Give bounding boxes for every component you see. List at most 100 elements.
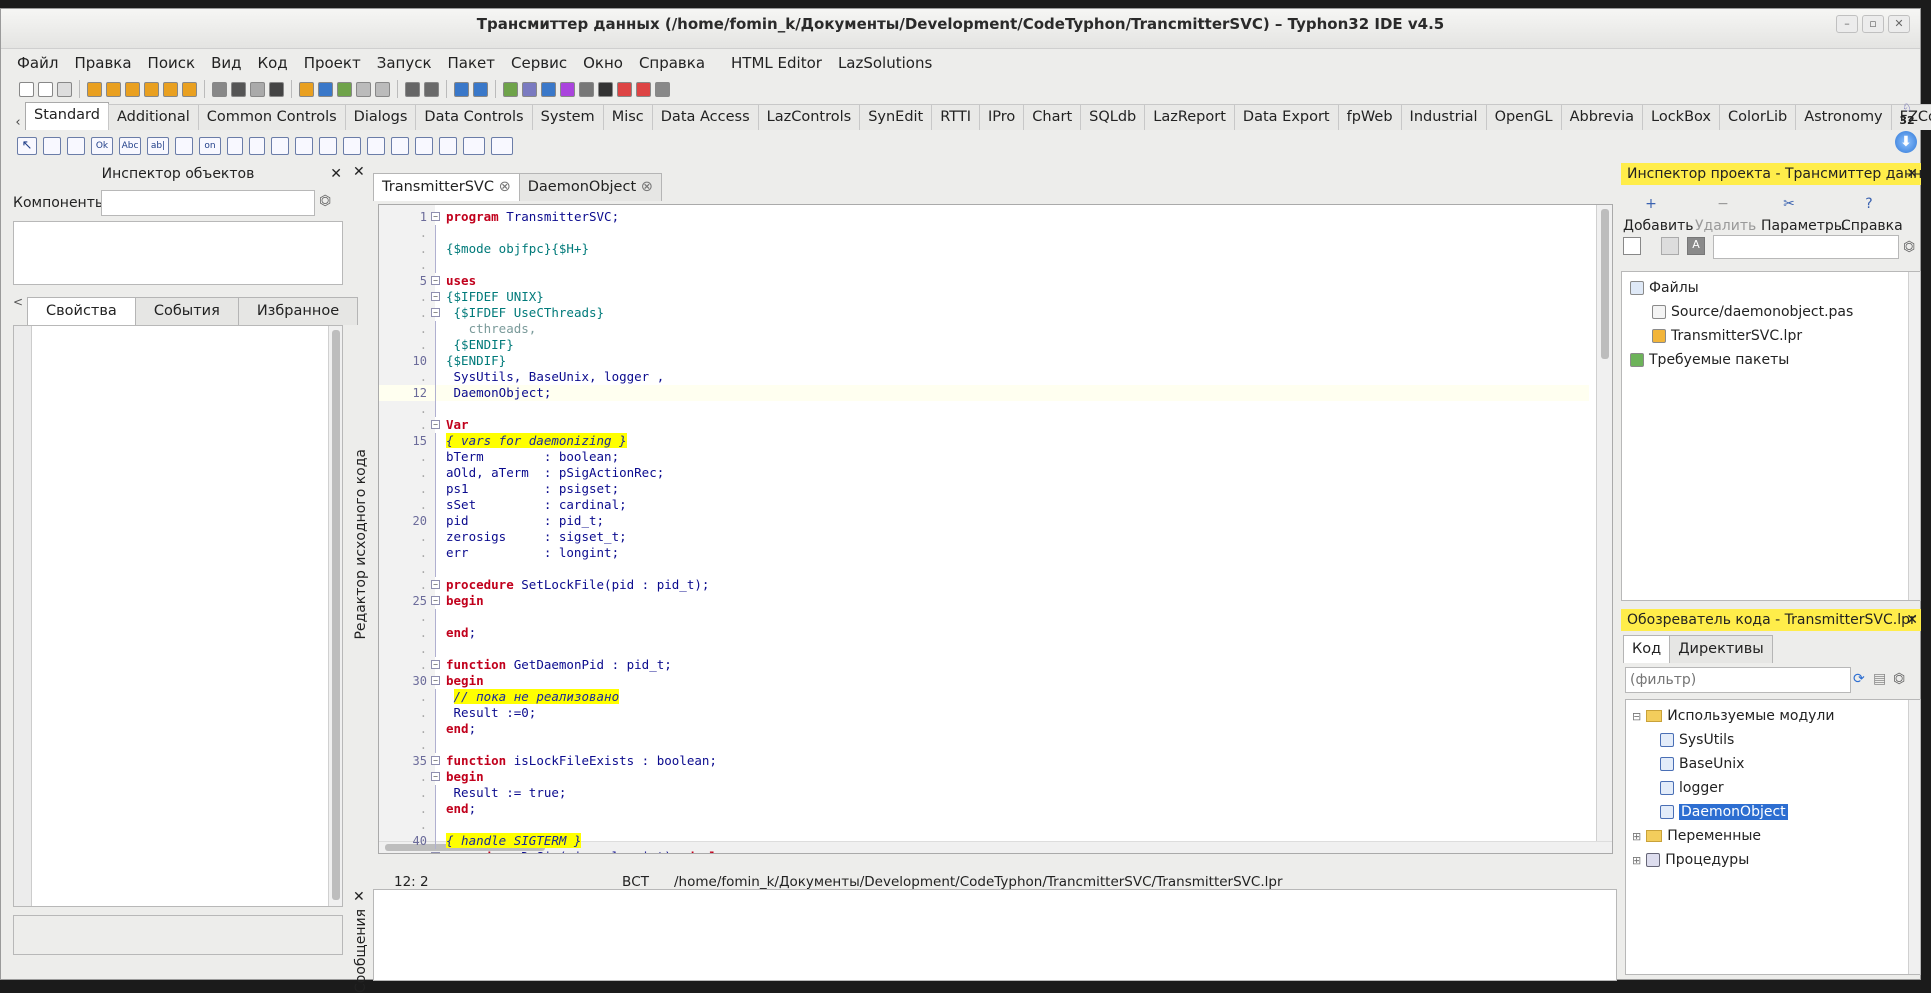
properties-grid[interactable]	[13, 325, 343, 907]
palette-component-icon-4[interactable]: ab|	[147, 137, 169, 155]
palette-tab-synedit[interactable]: SynEdit	[859, 104, 933, 130]
editor-tab-daemonobject[interactable]: DaemonObject ⊗	[518, 173, 662, 201]
palette-tab-ipro[interactable]: IPro	[979, 104, 1025, 130]
toolbar-icon-19[interactable]	[356, 81, 371, 97]
palette-component-icon-13[interactable]	[367, 137, 385, 155]
palette-tab-rtti[interactable]: RTTI	[931, 104, 981, 130]
menu-item-5[interactable]: Проект	[296, 54, 369, 72]
menu-item-12[interactable]: LazSolutions	[830, 54, 940, 72]
palette-tab-additional[interactable]: Additional	[107, 104, 199, 130]
tree-item[interactable]: TransmitterSVC.lpr	[1652, 326, 1802, 346]
palette-component-icon-1[interactable]	[67, 137, 85, 155]
close-tab-icon[interactable]: ⊗	[494, 179, 511, 195]
tree-item[interactable]: SysUtils	[1660, 730, 1734, 750]
close-button[interactable]: ✕	[1888, 15, 1910, 33]
code-filter-input[interactable]	[1625, 667, 1851, 693]
maximize-button[interactable]: ▫	[1862, 15, 1884, 33]
palette-tab-lazreport[interactable]: LazReport	[1144, 104, 1235, 130]
remove-button[interactable]: Удалить	[1695, 217, 1756, 235]
tree-item[interactable]: Source/daemonobject.pas	[1652, 302, 1853, 322]
messages-panel[interactable]	[373, 889, 1617, 981]
help-icon[interactable]: ?	[1859, 195, 1879, 213]
expand-icon[interactable]: ⊞	[1632, 830, 1641, 843]
properties-scrollbar[interactable]	[328, 326, 342, 906]
menu-item-2[interactable]: Поиск	[140, 54, 204, 72]
fold-toggle-icon[interactable]: −	[431, 756, 440, 765]
toolbar-icon-4[interactable]	[87, 81, 102, 97]
toolbar-icon-35[interactable]	[636, 81, 651, 97]
clear-filter-icon[interactable]: ⏣	[1903, 239, 1915, 255]
palette-component-icon-12[interactable]	[343, 137, 361, 155]
palette-tab-abbrevia[interactable]: Abbrevia	[1560, 104, 1643, 130]
toolbar-icon-13[interactable]	[250, 81, 265, 97]
close-tab-icon[interactable]: ⊗	[636, 179, 653, 195]
parameters-button[interactable]: Параметры	[1761, 217, 1845, 235]
palette-tab-common-controls[interactable]: Common Controls	[197, 104, 346, 130]
project-tree-scrollbar[interactable]	[1908, 272, 1920, 600]
toolbar-icon-20[interactable]	[375, 81, 390, 97]
toolbar-icon-28[interactable]	[503, 81, 518, 97]
inspector-tab-1[interactable]: События	[134, 297, 239, 325]
palette-component-icon-2[interactable]: Ok	[91, 137, 113, 155]
fold-toggle-icon[interactable]: −	[431, 292, 440, 301]
tree-item[interactable]: BaseUnix	[1660, 754, 1744, 774]
palette-tab-lazcontrols[interactable]: LazControls	[757, 104, 861, 130]
close-icon[interactable]: ✕	[353, 164, 365, 180]
expand-icon[interactable]: ⊞	[1632, 854, 1641, 867]
minimize-button[interactable]: –	[1836, 15, 1858, 33]
toolbar-icon-2[interactable]	[57, 81, 72, 97]
palette-tab-data-access[interactable]: Data Access	[651, 104, 759, 130]
clear-filter-icon[interactable]: ⏣	[319, 193, 331, 209]
palette-tab-data-controls[interactable]: Data Controls	[415, 104, 533, 130]
toolbar-icon-0[interactable]	[19, 81, 34, 97]
tree-item[interactable]: ⊞ Процедуры	[1632, 850, 1749, 870]
toolbar-icon-5[interactable]	[106, 81, 121, 97]
alpha-sort-icon[interactable]: A	[1687, 237, 1705, 255]
fold-toggle-icon[interactable]: −	[431, 660, 440, 669]
clear-filter-icon[interactable]: ⏣	[1893, 671, 1905, 687]
project-filter-input[interactable]	[1713, 235, 1899, 259]
menu-item-11[interactable]: HTML Editor	[723, 54, 830, 72]
menu-item-0[interactable]: Файл	[9, 54, 66, 72]
editor-tab-transmittersvc[interactable]: TransmitterSVC ⊗	[373, 173, 520, 201]
fold-toggle-icon[interactable]: −	[431, 580, 440, 589]
toolbar-icon-31[interactable]	[560, 81, 575, 97]
toolbar-icon-8[interactable]	[163, 81, 178, 97]
toolbar-icon-1[interactable]	[38, 81, 53, 97]
palette-component-icon-15[interactable]	[415, 137, 433, 155]
add-button[interactable]: Добавить	[1623, 217, 1693, 235]
code-explorer-tab-1[interactable]: Директивы	[1669, 635, 1773, 663]
palette-tab-opengl[interactable]: OpenGL	[1485, 104, 1562, 130]
toolbar-icon-16[interactable]	[299, 81, 314, 97]
palette-tab-astronomy[interactable]: Astronomy	[1795, 104, 1892, 130]
view-options-icon[interactable]	[1623, 237, 1641, 255]
remove-icon[interactable]: −	[1713, 195, 1733, 213]
palette-tab-colorlib[interactable]: ColorLib	[1719, 104, 1797, 130]
close-icon[interactable]: ✕	[353, 889, 365, 905]
code-explorer-tree[interactable]: ⊟ Используемые модули SysUtils BaseUnix logg…	[1625, 699, 1921, 975]
code-tree-scrollbar[interactable]	[1908, 700, 1920, 974]
expand-icon[interactable]: ⊟	[1632, 710, 1641, 723]
tree-item[interactable]: logger	[1660, 778, 1724, 798]
palette-tab-data-export[interactable]: Data Export	[1233, 104, 1339, 130]
palette-component-icon-6[interactable]: on	[199, 137, 221, 155]
palette-component-icon-9[interactable]	[271, 137, 289, 155]
inspector-tab-0[interactable]: Свойства	[27, 297, 136, 325]
palette-component-icon-7[interactable]	[227, 137, 243, 155]
palette-component-icon-17[interactable]	[463, 137, 485, 155]
palette-tab-fpweb[interactable]: fpWeb	[1337, 104, 1402, 130]
options-icon[interactable]: ✂	[1779, 195, 1799, 213]
menu-item-10[interactable]: Справка	[631, 54, 713, 72]
palette-tab-dialogs[interactable]: Dialogs	[344, 104, 417, 130]
palette-tab-standard[interactable]: Standard	[25, 102, 109, 130]
editor-vertical-scrollbar[interactable]	[1596, 205, 1612, 853]
palette-component-icon-14[interactable]	[391, 137, 409, 155]
pointer-tool-icon[interactable]: ↖	[17, 137, 37, 155]
toolbar-icon-36[interactable]	[655, 81, 670, 97]
options-icon[interactable]: ▤	[1873, 671, 1886, 687]
toolbar-icon-29[interactable]	[522, 81, 537, 97]
left-arrow-icon[interactable]: <	[13, 295, 23, 309]
help-button[interactable]: Справка	[1841, 217, 1903, 235]
refresh-icon[interactable]: ⟳	[1853, 671, 1865, 687]
fold-toggle-icon[interactable]: −	[431, 772, 440, 781]
